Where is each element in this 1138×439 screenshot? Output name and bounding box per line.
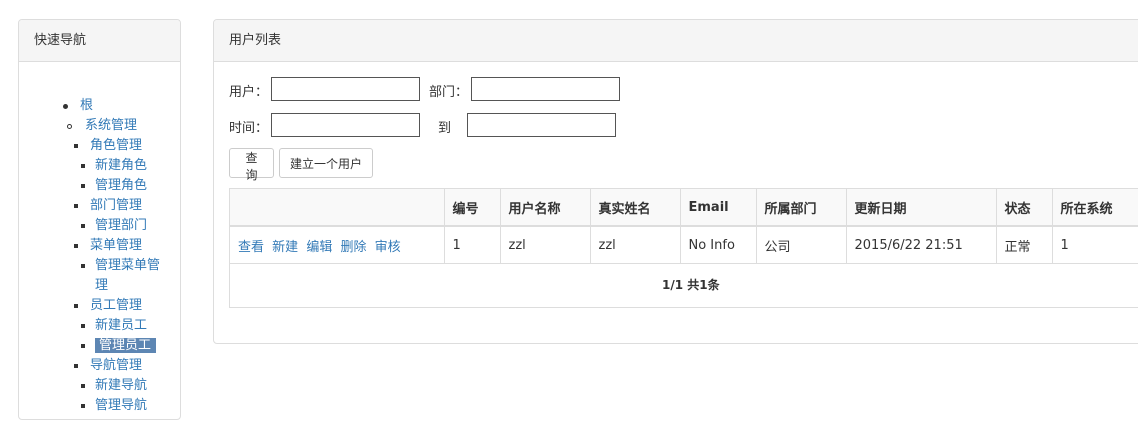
tree-item-departments[interactable]: 部门管理 xyxy=(74,196,142,216)
dept-filter-label: 部门： xyxy=(429,85,469,100)
tree-item-label[interactable]: 管理菜单管 xyxy=(95,258,160,273)
tree-item-manage-employees[interactable]: 管理员工 xyxy=(81,336,157,356)
user-filter-label: 用户： xyxy=(229,85,269,100)
tree-item-new-navigation[interactable]: 新建导航 xyxy=(81,376,147,396)
circle-bullet xyxy=(67,124,72,129)
user-list-title: 用户列表 xyxy=(214,20,1138,62)
create-user-button[interactable]: 建立一个用户 xyxy=(279,148,373,178)
tree-item-label-wrap[interactable]: 理 xyxy=(95,278,108,293)
tree-item-label[interactable]: 新建角色 xyxy=(95,158,147,173)
user-list-panel: 用户列表 用户： 部门： 时间： 到 查询 建立一个用户 编号 用户名称 真实姓… xyxy=(213,19,1138,344)
square-bullet xyxy=(81,404,85,408)
square-bullet xyxy=(81,164,85,168)
edit-link[interactable]: 编辑 xyxy=(306,240,332,255)
column-header-realname: 真实姓名 xyxy=(590,189,681,227)
row-realname-cell: zzl xyxy=(590,226,681,264)
tree-item-system[interactable]: 系统管理 xyxy=(67,116,137,136)
row-updated-cell: 2015/6/22 21:51 xyxy=(846,226,997,264)
tree-item-manage-roles[interactable]: 管理角色 xyxy=(81,176,147,196)
user-table: 编号 用户名称 真实姓名 Email 所属部门 更新日期 状态 所在系统 查看 … xyxy=(230,189,1138,264)
square-bullet xyxy=(74,364,78,368)
tree-item-new-role[interactable]: 新建角色 xyxy=(81,156,147,176)
square-bullet xyxy=(81,264,85,268)
quick-nav-panel: 快速导航 根 系统管理 角色管理 新建角色 管理角色 部门管理 管理部门 菜单管… xyxy=(18,19,181,420)
tree-item-new-employee[interactable]: 新建员工 xyxy=(81,316,147,336)
tree-item-label[interactable]: 导航管理 xyxy=(90,358,142,373)
column-header-ops xyxy=(230,189,445,227)
square-bullet xyxy=(74,144,78,148)
square-bullet xyxy=(74,204,78,208)
square-bullet xyxy=(74,304,78,308)
new-link[interactable]: 新建 xyxy=(272,240,298,255)
tree-item-manage-departments[interactable]: 管理部门 xyxy=(81,216,147,236)
tree-item-label[interactable]: 管理部门 xyxy=(95,218,147,233)
tree-item-label[interactable]: 管理导航 xyxy=(95,398,147,413)
tree-item-label[interactable]: 新建员工 xyxy=(95,318,147,333)
tree-item-employees[interactable]: 员工管理 xyxy=(74,296,142,316)
row-id-cell: 1 xyxy=(444,226,501,264)
tree-item-root[interactable]: 根 xyxy=(63,96,93,116)
disc-bullet xyxy=(63,104,68,109)
time-to-input[interactable] xyxy=(467,113,616,137)
tree-item-label[interactable]: 系统管理 xyxy=(85,118,137,133)
user-table-container: 编号 用户名称 真实姓名 Email 所属部门 更新日期 状态 所在系统 查看 … xyxy=(229,188,1138,308)
square-bullet xyxy=(81,324,85,328)
column-header-email: Email xyxy=(680,189,757,227)
tree-item-menus[interactable]: 菜单管理 xyxy=(74,236,142,256)
square-bullet xyxy=(81,384,85,388)
square-bullet xyxy=(81,344,85,348)
square-bullet xyxy=(74,244,78,248)
row-status-cell: 正常 xyxy=(996,226,1053,264)
column-header-username: 用户名称 xyxy=(500,189,591,227)
tree-item-manage-navigation[interactable]: 管理导航 xyxy=(81,396,147,416)
tree-item-navigation[interactable]: 导航管理 xyxy=(74,356,142,376)
row-system-cell: 1 xyxy=(1052,226,1138,264)
square-bullet xyxy=(81,224,85,228)
tree-item-manage-menus-wrap[interactable]: 理 xyxy=(95,276,108,296)
user-filter-input[interactable] xyxy=(271,77,420,101)
dept-filter-input[interactable] xyxy=(471,77,620,101)
column-header-system: 所在系统 xyxy=(1052,189,1138,227)
column-header-id: 编号 xyxy=(444,189,501,227)
pagination-info: 1/1 共1条 xyxy=(662,278,720,292)
time-filter-label: 时间： xyxy=(229,121,269,136)
tree-item-label[interactable]: 管理员工 xyxy=(95,338,157,353)
review-link[interactable]: 审核 xyxy=(375,240,401,255)
table-header-row: 编号 用户名称 真实姓名 Email 所属部门 更新日期 状态 所在系统 xyxy=(230,189,1138,227)
row-ops-cell: 查看 新建 编辑 删除 审核 xyxy=(230,226,445,264)
tree-item-label[interactable]: 新建导航 xyxy=(95,378,147,393)
tree-item-manage-menus[interactable]: 管理菜单管 xyxy=(81,256,160,276)
tree-item-label[interactable]: 角色管理 xyxy=(90,138,142,153)
tree-item-label[interactable]: 管理角色 xyxy=(95,178,147,193)
tree-item-label[interactable]: 根 xyxy=(80,98,93,113)
tree-item-label[interactable]: 员工管理 xyxy=(90,298,142,313)
tree-item-roles[interactable]: 角色管理 xyxy=(74,136,142,156)
row-email-cell: No Info xyxy=(680,226,757,264)
time-from-input[interactable] xyxy=(271,113,420,137)
table-row: 查看 新建 编辑 删除 审核 1 zzl zzl No Info 公司 2015… xyxy=(230,226,1138,264)
square-bullet xyxy=(81,184,85,188)
row-username-cell: zzl xyxy=(500,226,591,264)
tree-item-label[interactable]: 部门管理 xyxy=(90,198,142,213)
row-dept-cell: 公司 xyxy=(756,226,847,264)
delete-link[interactable]: 删除 xyxy=(340,240,366,255)
column-header-updated: 更新日期 xyxy=(846,189,997,227)
time-to-label: 到 xyxy=(438,121,452,136)
column-header-status: 状态 xyxy=(996,189,1053,227)
quick-nav-title: 快速导航 xyxy=(19,20,180,62)
column-header-dept: 所属部门 xyxy=(756,189,847,227)
tree-item-label[interactable]: 菜单管理 xyxy=(90,238,142,253)
search-button[interactable]: 查询 xyxy=(229,148,274,182)
view-link[interactable]: 查看 xyxy=(238,240,264,255)
